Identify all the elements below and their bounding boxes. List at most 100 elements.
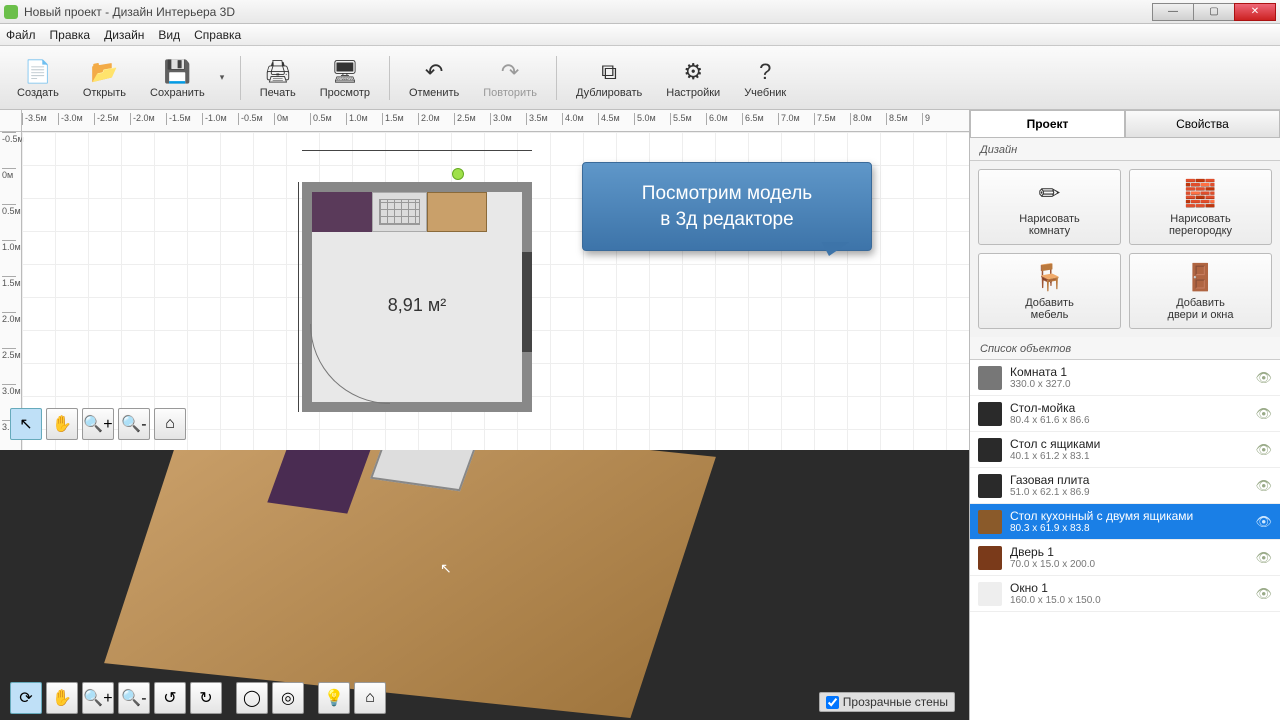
new-button[interactable]: 📄Создать: [8, 54, 68, 102]
draw-room-button[interactable]: ✏Нарисовать комнату: [978, 169, 1121, 245]
add-doors-button[interactable]: 🚪Добавить двери и окна: [1129, 253, 1272, 329]
close-button[interactable]: ✕: [1234, 3, 1276, 21]
open-icon: 📂: [89, 57, 119, 87]
transparent-walls-input[interactable]: [826, 696, 839, 709]
pref-icon: ⚙: [678, 57, 708, 87]
design-buttons: ✏Нарисовать комнату🧱Нарисовать перегород…: [970, 161, 1280, 337]
preview-tool-lasso1[interactable]: ◯: [236, 682, 268, 714]
dup-button[interactable]: ⧉Дублировать: [567, 54, 651, 102]
right-panel: Проект Свойства Дизайн ✏Нарисовать комна…: [970, 110, 1280, 720]
room-area-label: 8,91 м²: [388, 295, 446, 316]
visibility-toggle[interactable]: 👁: [1255, 370, 1272, 386]
tab-properties[interactable]: Свойства: [1125, 110, 1280, 137]
preview-tool-light[interactable]: 💡: [318, 682, 350, 714]
object-item[interactable]: Стол-мойка80.4 x 61.6 x 86.6 👁: [970, 396, 1280, 432]
object-item[interactable]: Дверь 170.0 x 15.0 x 200.0👁: [970, 540, 1280, 576]
save-dropdown[interactable]: ▾: [220, 72, 230, 83]
undo-button[interactable]: ↶Отменить: [400, 54, 468, 102]
object-dims: 70.0 x 15.0 x 200.0: [1010, 559, 1247, 570]
stove-block[interactable]: [372, 192, 427, 232]
plan-tools: ↖✋🔍+🔍-⌂: [10, 408, 186, 440]
dimension-line: [302, 150, 532, 151]
object-thumb: [978, 438, 1002, 462]
preview-tool-lasso2[interactable]: ◎: [272, 682, 304, 714]
new-label: Создать: [17, 87, 59, 99]
preview-3d[interactable]: ↖ ⟳✋🔍+🔍-↺↻◯◎💡⌂ Прозрачные стены: [0, 450, 969, 720]
ruler-corner: [0, 110, 22, 132]
object-name: Стол кухонный с двумя ящиками: [1010, 509, 1247, 523]
door-swing[interactable]: [310, 324, 390, 404]
save-button[interactable]: 💾Сохранить: [141, 54, 214, 102]
object-item[interactable]: Комната 1330.0 x 327.0 👁: [970, 360, 1280, 396]
add-furniture-button[interactable]: 🪑Добавить мебель: [978, 253, 1121, 329]
visibility-toggle[interactable]: 👁: [1255, 478, 1272, 494]
dimension-line: [298, 182, 299, 412]
plan-tool-zoomout[interactable]: 🔍-: [118, 408, 150, 440]
visibility-toggle[interactable]: 👁: [1255, 586, 1272, 602]
open-button[interactable]: 📂Открыть: [74, 54, 135, 102]
object-dims: 40.1 x 61.2 x 83.1: [1010, 451, 1247, 462]
preview-tool-pan[interactable]: ✋: [46, 682, 78, 714]
object-name: Окно 1: [1010, 581, 1247, 595]
open-label: Открыть: [83, 87, 126, 99]
object-thumb: [978, 366, 1002, 390]
furniture-block[interactable]: [427, 192, 487, 232]
transparent-walls-checkbox[interactable]: Прозрачные стены: [819, 692, 955, 712]
object-thumb: [978, 510, 1002, 534]
object-name: Стол-мойка: [1010, 401, 1247, 415]
preview-tools: ⟳✋🔍+🔍-↺↻ ◯◎ 💡⌂: [10, 682, 386, 714]
object-thumb: [978, 582, 1002, 606]
section-design-header: Дизайн: [970, 138, 1280, 161]
menu-Файл[interactable]: Файл: [6, 28, 36, 42]
visibility-toggle[interactable]: 👁: [1255, 442, 1272, 458]
view-button[interactable]: 🖥Просмотр: [311, 54, 379, 102]
preview-tool-orbit[interactable]: ⟳: [10, 682, 42, 714]
preview-tool-rotr[interactable]: ↻: [190, 682, 222, 714]
menu-Правка[interactable]: Правка: [50, 28, 91, 42]
plan-tool-select[interactable]: ↖: [10, 408, 42, 440]
preview-tool-zoomout[interactable]: 🔍-: [118, 682, 150, 714]
room-outline[interactable]: 8,91 м²: [302, 182, 532, 412]
visibility-toggle[interactable]: 👁: [1255, 550, 1272, 566]
draw-wall-button[interactable]: 🧱Нарисовать перегородку: [1129, 169, 1272, 245]
object-list[interactable]: Комната 1330.0 x 327.0👁Стол-мойка80.4 x …: [970, 360, 1280, 720]
plan-tool-home[interactable]: ⌂: [154, 408, 186, 440]
drag-handle[interactable]: [452, 168, 464, 180]
menu-Вид[interactable]: Вид: [158, 28, 180, 42]
object-item[interactable]: Окно 1160.0 x 15.0 x 150.0👁: [970, 576, 1280, 612]
object-item[interactable]: Стол с ящиками40.1 x 61.2 x 83.1👁: [970, 432, 1280, 468]
furniture-block[interactable]: [312, 192, 372, 232]
object-name: Комната 1: [1010, 365, 1247, 379]
menubar: Файл Правка Дизайн Вид Справка: [0, 24, 1280, 46]
object-dims: 80.3 x 61.9 x 83.8: [1010, 523, 1247, 534]
object-item[interactable]: Газовая плита51.0 x 62.1 x 86.9👁: [970, 468, 1280, 504]
visibility-toggle[interactable]: 👁: [1255, 514, 1272, 530]
object-name: Газовая плита: [1010, 473, 1247, 487]
preview-tool-zoomin[interactable]: 🔍+: [82, 682, 114, 714]
plan-tool-pan[interactable]: ✋: [46, 408, 78, 440]
preview-tool-home[interactable]: ⌂: [354, 682, 386, 714]
window-marker[interactable]: [522, 252, 532, 352]
print-button[interactable]: 🖨Печать: [251, 54, 305, 102]
menu-Справка[interactable]: Справка: [194, 28, 241, 42]
preview-tool-rotl[interactable]: ↺: [154, 682, 186, 714]
maximize-button[interactable]: ▢: [1193, 3, 1235, 21]
help-button[interactable]: ?Учебник: [735, 54, 795, 102]
pref-button[interactable]: ⚙Настройки: [657, 54, 729, 102]
left-pane: -3.5м-3.0м-2.5м-2.0м-1.5м-1.0м-0.5м0м0.5…: [0, 110, 970, 720]
plan-canvas[interactable]: 8,91 м² Посмотрим модель в 3д редакторе: [22, 132, 969, 450]
plan-view[interactable]: -3.5м-3.0м-2.5м-2.0м-1.5м-1.0м-0.5м0м0.5…: [0, 110, 969, 450]
object-dims: 80.4 x 61.6 x 86.6: [1010, 415, 1247, 426]
object-dims: 330.0 x 327.0: [1010, 379, 1247, 390]
draw-wall-icon: 🧱: [1184, 178, 1216, 209]
add-doors-icon: 🚪: [1184, 262, 1216, 293]
minimize-button[interactable]: —: [1152, 3, 1194, 21]
plan-tool-zoomin[interactable]: 🔍+: [82, 408, 114, 440]
section-objects-header: Список объектов: [970, 337, 1280, 360]
new-icon: 📄: [23, 57, 53, 87]
tab-project[interactable]: Проект: [970, 110, 1125, 137]
help-label: Учебник: [744, 87, 786, 99]
object-item[interactable]: Стол кухонный с двумя ящиками80.3 x 61.9…: [970, 504, 1280, 540]
menu-Дизайн[interactable]: Дизайн: [104, 28, 144, 42]
visibility-toggle[interactable]: 👁: [1255, 406, 1272, 422]
